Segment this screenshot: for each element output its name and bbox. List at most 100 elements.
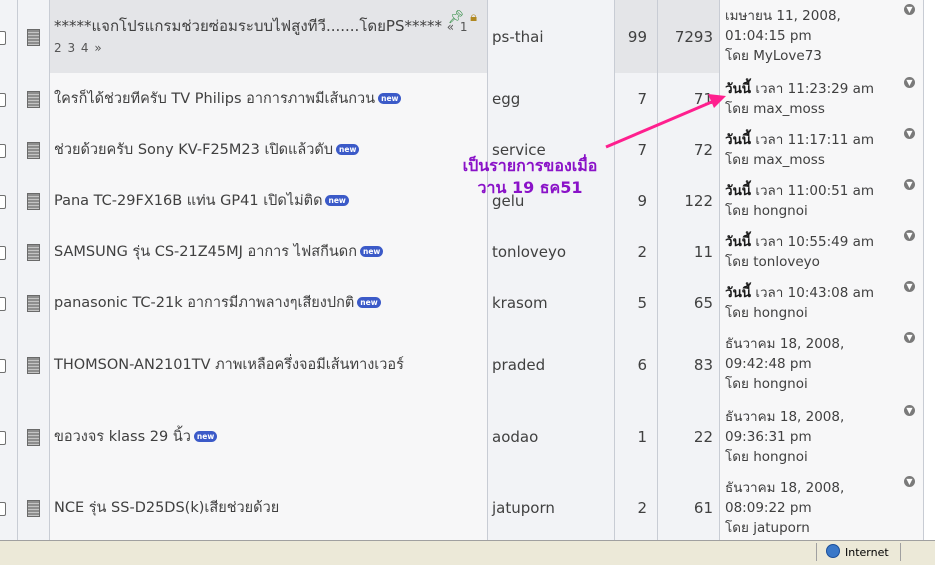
last-post-time: วันนี้ เวลา 10:55:49 am bbox=[725, 232, 874, 252]
replies-cell: 7 bbox=[615, 73, 658, 124]
topic-status-icon bbox=[0, 502, 6, 516]
last-post-time: วันนี้ เวลา 10:43:08 am bbox=[725, 283, 874, 303]
topic-link[interactable]: Pana TC-29FX16B แท่น GP41 เปิดไม่ติด bbox=[54, 193, 322, 209]
subject-cell: *****แจกโปรแกรมช่วยซ่อมระบบไฟสูงทีวี....… bbox=[50, 0, 488, 73]
row-edge-right bbox=[924, 328, 935, 401]
last-post-time: วันนี้ เวลา 11:23:29 am bbox=[725, 79, 874, 99]
topic-starter[interactable]: krasom bbox=[492, 294, 548, 312]
last-post-author[interactable]: โดย hongnoi bbox=[725, 303, 874, 323]
new-badge[interactable]: new bbox=[325, 195, 349, 206]
icon-cell bbox=[18, 73, 50, 124]
last-post-icon[interactable]: ▼ bbox=[904, 230, 915, 241]
last-post-author[interactable]: โดย hongnoi bbox=[725, 201, 874, 221]
topic-status-icon bbox=[0, 30, 6, 45]
icon-cell bbox=[18, 328, 50, 401]
topic-document-icon bbox=[27, 141, 40, 159]
last-post-author[interactable]: โดย hongnoi bbox=[725, 374, 844, 394]
last-post-info: ธันวาคม 18, 2008, 09:36:31 pm โดย hongnoi bbox=[725, 407, 844, 467]
last-post-date: ธันวาคม 18, 2008, bbox=[725, 480, 845, 496]
new-badge[interactable]: new bbox=[378, 93, 402, 104]
topic-subject: SAMSUNG รุ่น CS-21Z45MJ อาการ ไฟสกีนดก ne… bbox=[54, 242, 479, 262]
new-badge[interactable]: new bbox=[359, 246, 384, 257]
topic-link[interactable]: ใครก็ได้ช่วยทีครับ TV Philips อาการภาพมี… bbox=[54, 91, 375, 107]
topic-row: ขอวงจร klass 29 นิ้ว new aodao 1 22 ธันวาคม 1… bbox=[0, 401, 935, 473]
last-post-author[interactable]: โดย max_moss bbox=[725, 99, 874, 119]
last-post-author[interactable]: โดย jatuporn bbox=[725, 518, 844, 538]
icon-cell bbox=[18, 401, 50, 472]
today-label: วันนี้ bbox=[725, 234, 752, 250]
topic-document-icon bbox=[27, 428, 40, 446]
topic-starter[interactable]: tonloveyo bbox=[492, 243, 566, 261]
last-post-icon[interactable]: ▼ bbox=[904, 128, 915, 139]
topic-row: panasonic TC-21k อาการมีภาพลางๆเสียงปกติ… bbox=[0, 277, 935, 329]
last-post-icon[interactable]: ▼ bbox=[904, 332, 915, 343]
topic-link[interactable]: NCE รุ่น SS-D25DS(k)เสียช่วยด้วย bbox=[54, 500, 279, 516]
topic-starter[interactable]: praded bbox=[492, 356, 545, 374]
last-post-icon[interactable]: ▼ bbox=[904, 281, 915, 292]
topic-row: *****แจกโปรแกรมช่วยซ่อมระบบไฟสูงทีวี....… bbox=[0, 0, 935, 74]
new-badge[interactable]: new bbox=[193, 431, 218, 442]
topic-subject: panasonic TC-21k อาการมีภาพลางๆเสียงปกติ… bbox=[54, 293, 479, 313]
view-count: 22 bbox=[693, 427, 713, 446]
topic-link[interactable]: SAMSUNG รุ่น CS-21Z45MJ อาการ ไฟสกีนดก bbox=[54, 244, 357, 260]
topic-link[interactable]: panasonic TC-21k อาการมีภาพลางๆเสียงปกติ bbox=[54, 295, 354, 311]
topic-row: NCE รุ่น SS-D25DS(k)เสียช่วยด้วย jatuporn… bbox=[0, 472, 935, 540]
last-post-cell: วันนี้ เวลา 11:17:11 am โดย max_moss ▼ bbox=[720, 124, 924, 175]
view-count: 7293 bbox=[674, 27, 713, 46]
subject-cell: panasonic TC-21k อาการมีภาพลางๆเสียงปกติ… bbox=[50, 277, 488, 328]
topic-link[interactable]: ขอวงจร klass 29 นิ้ว bbox=[54, 429, 191, 445]
row-edge-right bbox=[924, 124, 935, 175]
icon-cell bbox=[18, 175, 50, 226]
starter-cell: egg bbox=[488, 73, 615, 124]
topic-starter[interactable]: ps-thai bbox=[492, 28, 544, 46]
last-post-time: วันนี้ เวลา 11:00:51 am bbox=[725, 181, 874, 201]
topic-document-icon bbox=[27, 294, 40, 312]
last-post-icon[interactable]: ▼ bbox=[904, 4, 915, 15]
last-post-icon[interactable]: ▼ bbox=[904, 405, 915, 416]
topic-subject: ขอวงจร klass 29 นิ้ว new bbox=[54, 427, 479, 447]
last-post-icon[interactable]: ▼ bbox=[904, 179, 915, 190]
last-post-info: วันนี้ เวลา 11:23:29 am โดย max_moss bbox=[725, 79, 874, 119]
last-post-clock: 09:36:31 pm bbox=[725, 429, 812, 445]
new-badge[interactable]: new bbox=[336, 144, 360, 155]
views-cell: 61 bbox=[658, 472, 720, 540]
last-post-icon[interactable]: ▼ bbox=[904, 77, 915, 88]
replies-cell: 5 bbox=[615, 277, 658, 328]
last-post-info: ธันวาคม 18, 2008, 08:09:22 pm โดย jatuporn bbox=[725, 478, 844, 538]
topic-subject: Pana TC-29FX16B แท่น GP41 เปิดไม่ติด new bbox=[54, 191, 479, 211]
subject-cell: ใครก็ได้ช่วยทีครับ TV Philips อาการภาพมี… bbox=[50, 73, 488, 124]
topic-starter[interactable]: jatuporn bbox=[492, 499, 555, 517]
last-post-cell: ธันวาคม 18, 2008, 09:36:31 pm โดย hongnoi ▼ bbox=[720, 401, 924, 472]
replies-cell: 2 bbox=[615, 472, 658, 540]
row-edge-right bbox=[924, 472, 935, 540]
views-cell: 72 bbox=[658, 124, 720, 175]
last-post-icon[interactable]: ▼ bbox=[904, 476, 915, 487]
icon-cell bbox=[18, 472, 50, 540]
view-count: 83 bbox=[693, 355, 713, 374]
last-post-author[interactable]: โดย MyLove73 bbox=[725, 46, 841, 66]
last-post-author[interactable]: โดย hongnoi bbox=[725, 447, 844, 467]
annotation-note: เป็นรายการของเมื่อ วาน 19 ธค51 bbox=[420, 155, 640, 199]
row-edge bbox=[0, 124, 18, 175]
last-post-author[interactable]: โดย tonloveyo bbox=[725, 252, 874, 272]
status-divider bbox=[816, 543, 817, 561]
view-count: 71 bbox=[693, 89, 713, 108]
topic-link[interactable]: *****แจกโปรแกรมช่วยซ่อมระบบไฟสูงทีวี....… bbox=[54, 17, 442, 35]
row-edge bbox=[0, 0, 18, 73]
replies-cell: 6 bbox=[615, 328, 658, 401]
topic-status-icon bbox=[0, 358, 6, 373]
last-post-date: เวลา 11:00:51 am bbox=[751, 183, 875, 199]
reply-count: 1 bbox=[637, 427, 647, 446]
security-zone[interactable]: Internet bbox=[826, 544, 889, 559]
last-post-clock: 09:42:48 pm bbox=[725, 356, 812, 372]
topic-starter[interactable]: egg bbox=[492, 90, 520, 108]
topic-starter[interactable]: aodao bbox=[492, 428, 538, 446]
last-post-date: เมษายน 11, 2008, bbox=[725, 8, 841, 24]
last-post-cell: ธันวาคม 18, 2008, 08:09:22 pm โดย jatuporn… bbox=[720, 472, 924, 540]
last-post-author[interactable]: โดย max_moss bbox=[725, 150, 874, 170]
new-badge[interactable]: new bbox=[357, 297, 381, 308]
topic-link[interactable]: ช่วยด้วยครับ Sony KV-F25M23 เปิดแล้วดับ bbox=[54, 142, 333, 158]
topic-document-icon bbox=[27, 90, 40, 108]
topic-link[interactable]: THOMSON-AN2101TV ภาพเหลือครึ่งจอมีเส้นทา… bbox=[54, 357, 404, 373]
last-post-time: ธันวาคม 18, 2008, bbox=[725, 407, 844, 427]
